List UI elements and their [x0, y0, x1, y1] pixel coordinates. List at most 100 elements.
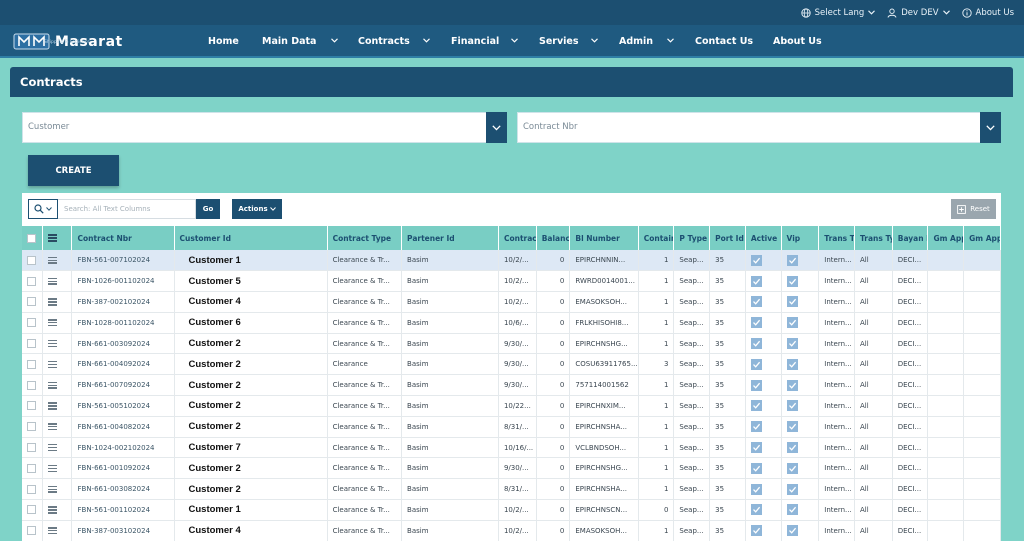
- active-checkbox[interactable]: [750, 338, 762, 350]
- row-checkbox[interactable]: [27, 255, 36, 265]
- row-select-cell[interactable]: [22, 270, 43, 293]
- row-checkbox[interactable]: [27, 276, 36, 286]
- col-header[interactable]: Bayan N: [892, 226, 929, 250]
- vip-checkbox[interactable]: [786, 338, 798, 350]
- row-select-cell[interactable]: [22, 312, 43, 334]
- col-header[interactable]: Port Id: [709, 226, 746, 250]
- customer-filter-toggle[interactable]: [486, 112, 507, 143]
- user-menu[interactable]: Dev DEV: [887, 8, 950, 18]
- contract-nbr-filter-toggle[interactable]: [980, 112, 1001, 143]
- col-header[interactable]: Contain: [638, 226, 675, 250]
- row-menu-cell[interactable]: [42, 416, 73, 438]
- table-row[interactable]: FBN-561-005102024 Customer 2 Clearance & T…: [22, 395, 1001, 417]
- row-checkbox[interactable]: [27, 505, 36, 515]
- nav-home[interactable]: Home: [208, 25, 239, 58]
- vip-checkbox[interactable]: [786, 504, 798, 516]
- table-row[interactable]: FBN-387-003102024 Customer 4 Clearance & T…: [22, 520, 1001, 541]
- row-menu-icon[interactable]: [47, 276, 57, 286]
- menu-icon[interactable]: [47, 233, 57, 243]
- row-menu-icon[interactable]: [47, 422, 57, 432]
- vip-checkbox[interactable]: [786, 379, 798, 391]
- vip-checkbox[interactable]: [786, 483, 798, 495]
- contract-nbr-cell[interactable]: FBN-1026-001102024: [71, 270, 175, 293]
- row-menu-cell[interactable]: [42, 250, 73, 272]
- row-menu-icon[interactable]: [47, 442, 57, 452]
- row-select-cell[interactable]: [22, 478, 43, 501]
- row-menu-cell[interactable]: [42, 291, 73, 313]
- col-header[interactable]: Balance: [536, 226, 571, 250]
- contract-nbr-cell[interactable]: FBN-661-003082024: [71, 478, 175, 501]
- row-menu-cell[interactable]: [42, 437, 73, 459]
- vip-checkbox[interactable]: [786, 358, 798, 370]
- row-checkbox[interactable]: [27, 443, 36, 453]
- vip-checkbox[interactable]: [786, 400, 798, 412]
- row-select-cell[interactable]: [22, 395, 43, 417]
- row-menu-cell[interactable]: [42, 478, 73, 501]
- vip-checkbox[interactable]: [786, 275, 798, 287]
- row-menu-header[interactable]: [42, 226, 73, 250]
- row-menu-icon[interactable]: [47, 318, 57, 328]
- nav-services[interactable]: Servies: [539, 25, 579, 58]
- row-menu-cell[interactable]: [42, 353, 73, 376]
- contract-nbr-cell[interactable]: FBN-387-002102024: [71, 291, 175, 313]
- vip-checkbox[interactable]: [786, 462, 798, 474]
- row-select-cell[interactable]: [22, 457, 43, 480]
- row-select-cell[interactable]: [22, 416, 43, 438]
- language-selector[interactable]: Select Lang: [800, 8, 876, 18]
- row-menu-icon[interactable]: [47, 359, 57, 369]
- table-row[interactable]: FBN-1026-001102024 Customer 5 Clearance & …: [22, 270, 1001, 293]
- vip-checkbox[interactable]: [786, 296, 798, 308]
- select-all-checkbox[interactable]: [27, 233, 36, 243]
- col-header[interactable]: Gm App: [927, 226, 965, 250]
- col-header[interactable]: Active: [745, 226, 782, 250]
- nav-about[interactable]: About Us: [773, 25, 822, 58]
- active-checkbox[interactable]: [750, 525, 762, 537]
- table-row[interactable]: FBN-661-004092024 Customer 2 Clearance Basi…: [22, 353, 1001, 376]
- row-checkbox[interactable]: [27, 401, 36, 411]
- row-menu-cell[interactable]: [42, 457, 73, 480]
- row-menu-icon[interactable]: [47, 505, 57, 515]
- col-header[interactable]: Contract Nbr: [71, 226, 175, 250]
- row-checkbox[interactable]: [27, 380, 36, 390]
- row-select-cell[interactable]: [22, 333, 43, 355]
- row-checkbox[interactable]: [27, 484, 36, 494]
- table-row[interactable]: FBN-1028-001102024 Customer 6 Clearance & …: [22, 312, 1001, 334]
- contract-nbr-cell[interactable]: FBN-661-004092024: [71, 353, 175, 376]
- row-select-cell[interactable]: [22, 353, 43, 376]
- contract-nbr-cell[interactable]: FBN-561-001102024: [71, 499, 175, 521]
- chevron-down-icon[interactable]: [667, 38, 674, 43]
- table-row[interactable]: FBN-661-001092024 Customer 2 Clearance & T…: [22, 457, 1001, 480]
- chevron-down-icon[interactable]: [331, 38, 338, 43]
- active-checkbox[interactable]: [750, 254, 762, 266]
- table-row[interactable]: FBN-661-003082024 Customer 2 Clearance & T…: [22, 478, 1001, 501]
- vip-checkbox[interactable]: [786, 254, 798, 266]
- col-header[interactable]: Bl Number: [569, 226, 639, 250]
- contract-nbr-cell[interactable]: FBN-1028-001102024: [71, 312, 175, 334]
- chevron-down-icon[interactable]: [591, 38, 598, 43]
- active-checkbox[interactable]: [750, 317, 762, 329]
- row-menu-icon[interactable]: [47, 297, 57, 307]
- row-select-cell[interactable]: [22, 499, 43, 521]
- active-checkbox[interactable]: [750, 504, 762, 516]
- active-checkbox[interactable]: [750, 421, 762, 433]
- chevron-down-icon[interactable]: [423, 38, 430, 43]
- table-row[interactable]: FBN-1024-002102024 Customer 7 Clearance & …: [22, 437, 1001, 459]
- nav-contact[interactable]: Contact Us: [695, 25, 753, 58]
- col-header[interactable]: Trans Ty: [854, 226, 893, 250]
- active-checkbox[interactable]: [750, 275, 762, 287]
- vip-checkbox[interactable]: [786, 317, 798, 329]
- nav-contracts[interactable]: Contracts: [358, 25, 410, 58]
- contract-nbr-cell[interactable]: FBN-661-003092024: [71, 333, 175, 355]
- row-select-cell[interactable]: [22, 437, 43, 459]
- table-row[interactable]: FBN-561-001102024 Customer 1 Clearance & T…: [22, 499, 1001, 521]
- active-checkbox[interactable]: [750, 400, 762, 412]
- create-button[interactable]: CREATE: [28, 155, 119, 186]
- col-header[interactable]: Customer Id: [174, 226, 328, 250]
- active-checkbox[interactable]: [750, 462, 762, 474]
- row-select-cell[interactable]: [22, 291, 43, 313]
- row-menu-icon[interactable]: [47, 463, 57, 473]
- row-checkbox[interactable]: [27, 297, 36, 307]
- table-row[interactable]: FBN-387-002102024 Customer 4 Clearance & T…: [22, 291, 1001, 313]
- actions-button[interactable]: Actions: [232, 199, 282, 219]
- row-checkbox[interactable]: [27, 463, 36, 473]
